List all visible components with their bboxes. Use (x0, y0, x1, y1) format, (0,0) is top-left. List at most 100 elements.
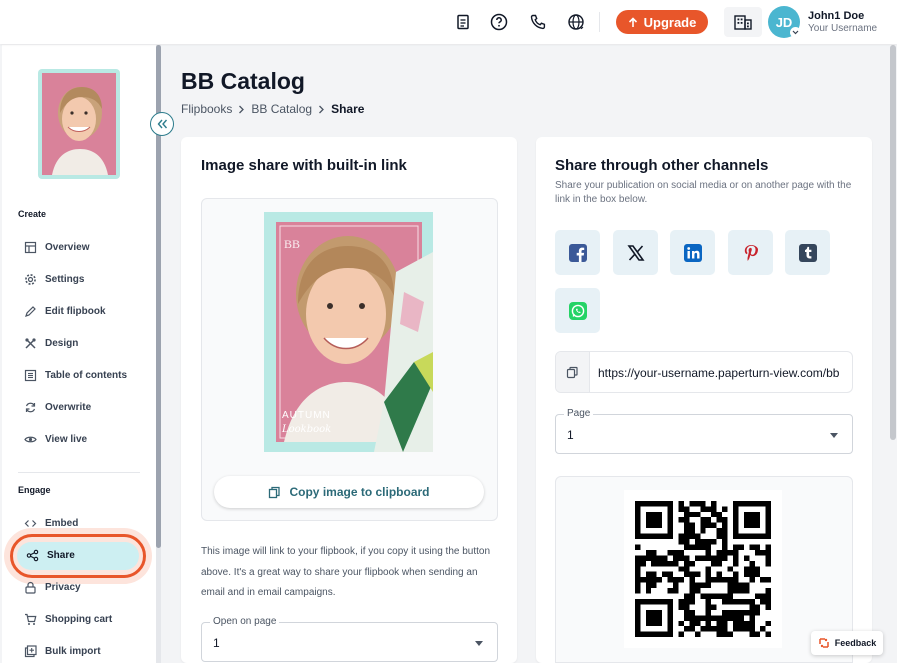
upgrade-button[interactable]: Upgrade (616, 10, 708, 34)
eye-icon (24, 436, 37, 442)
share-link-url[interactable]: https://your-username.paperturn-view.com… (598, 366, 839, 380)
sidebar-item-privacy[interactable]: Privacy (24, 577, 81, 597)
sidebar-item-edit-flipbook[interactable]: Edit flipbook (24, 301, 106, 321)
flipbook-thumbnail[interactable] (38, 69, 120, 179)
sidebar-item-label: Embed (45, 517, 79, 529)
sidebar-item-label: Overwrite (45, 401, 92, 413)
copy-icon (269, 486, 281, 498)
whatsapp-icon (568, 301, 587, 320)
user-name[interactable]: John1 Doe (808, 10, 864, 22)
share-whatsapp-button[interactable] (555, 288, 600, 333)
chevron-right-icon (239, 105, 245, 113)
image-share-description: This image will link to your flipbook, i… (201, 546, 491, 598)
sidebar-item-overwrite[interactable]: Overwrite (24, 397, 91, 417)
sidebar-item-label: Table of contents (45, 369, 128, 381)
share-pinterest-button[interactable] (728, 230, 773, 275)
cart-icon (25, 613, 37, 625)
avatar-initials: JD (775, 14, 793, 30)
sidebar-item-shopping-cart[interactable]: Shopping cart (24, 609, 112, 629)
share-cover-image: BB AUTUMN Lookbook (264, 212, 433, 452)
sidebar-item-bulk-import[interactable]: Bulk import (24, 641, 101, 661)
feedback-icon (818, 638, 829, 648)
other-channels-subtitle: Share your publication on social media o… (555, 180, 852, 205)
pinterest-icon (744, 244, 758, 261)
image-share-title: Image share with built-in link (201, 157, 407, 174)
sidebar-item-label: Privacy (45, 581, 81, 593)
sidebar-item-view-live[interactable]: View live (24, 429, 87, 449)
facebook-icon (568, 243, 587, 262)
page-title: BB Catalog (181, 68, 305, 94)
building-icon (734, 15, 752, 30)
sidebar-item-table-of-contents[interactable]: Table of contents (24, 365, 127, 385)
chevron-right-icon (319, 105, 324, 113)
sidebar-item-overview[interactable]: Overview (24, 237, 89, 257)
user-username: Your Username (808, 23, 878, 34)
sidebar-item-share[interactable]: Share (26, 545, 75, 565)
overview-icon (24, 241, 37, 253)
arrow-up-icon (628, 16, 637, 27)
breadcrumb-bb-catalog[interactable]: BB Catalog (251, 102, 312, 116)
sidebar-section-engage: Engage (18, 485, 51, 495)
open-on-page-select[interactable]: Open on page 1 (201, 616, 498, 662)
phone-icon[interactable] (527, 11, 549, 33)
design-icon (25, 337, 36, 349)
sidebar-item-design[interactable]: Design (24, 333, 78, 353)
sidebar-item-label: Bulk import (45, 645, 101, 657)
copy-icon (566, 366, 578, 378)
upgrade-label: Upgrade (643, 14, 697, 30)
globe-icon[interactable] (565, 11, 587, 33)
sidebar-item-settings[interactable]: Settings (24, 269, 84, 289)
copy-image-label: Copy image to clipboard (289, 485, 430, 499)
sidebar-item-label: Settings (45, 273, 85, 285)
share-linkedin-button[interactable] (670, 230, 715, 275)
sidebar-section-create: Create (18, 209, 47, 219)
share-icon (26, 549, 39, 561)
page-select-label: Page (564, 408, 594, 419)
pencil-icon (25, 305, 36, 317)
open-on-page-label: Open on page (210, 616, 280, 627)
collapse-sidebar-button[interactable] (150, 112, 174, 136)
sidebar-item-label: Share (47, 549, 75, 561)
caret-down-icon (830, 433, 838, 438)
other-channels-title: Share through other channels (555, 157, 769, 174)
caret-down-icon (475, 641, 483, 646)
copy-link-button[interactable] (556, 352, 590, 392)
breadcrumb-share: Share (331, 102, 365, 116)
share-x-button[interactable] (613, 230, 658, 275)
sidebar-item-label: Shopping cart (45, 613, 113, 625)
double-chevron-left-icon (157, 119, 167, 129)
help-icon[interactable] (488, 11, 510, 33)
cover-title-text: AUTUMN (282, 410, 331, 421)
share-facebook-button[interactable] (555, 230, 600, 275)
page-select-value: 1 (567, 428, 574, 442)
linkedin-icon (683, 243, 702, 262)
qr-code-image[interactable] (624, 490, 782, 648)
x-icon (626, 244, 645, 261)
share-link-field[interactable]: https://your-username.paperturn-view.com… (555, 351, 853, 393)
import-icon (24, 644, 37, 657)
gear-icon (25, 273, 36, 285)
tumblr-icon (798, 243, 817, 262)
feedback-button[interactable]: Feedback (811, 631, 883, 655)
cover-logo-text: BB (284, 237, 300, 251)
document-icon[interactable] (452, 11, 474, 33)
copy-image-button[interactable]: Copy image to clipboard (214, 476, 484, 508)
sidebar-item-label: Edit flipbook (45, 305, 106, 317)
page-select[interactable]: Page 1 (555, 408, 853, 454)
cover-subtitle-text: Lookbook (281, 424, 331, 435)
sidebar-item-label: View live (45, 433, 88, 445)
main-scrollbar-thumb[interactable] (890, 45, 896, 440)
organization-button[interactable] (724, 7, 762, 37)
chevron-down-icon[interactable] (790, 27, 801, 38)
cover-portrait-image (42, 73, 116, 175)
open-on-page-value: 1 (213, 636, 220, 650)
refresh-icon (25, 402, 36, 412)
list-icon (24, 369, 37, 381)
breadcrumb: Flipbooks BB Catalog Share (181, 102, 364, 116)
topbar-divider (599, 12, 600, 32)
share-tumblr-button[interactable] (785, 230, 830, 275)
sidebar-item-label: Design (45, 337, 79, 349)
lock-icon (25, 581, 36, 594)
breadcrumb-flipbooks[interactable]: Flipbooks (181, 102, 232, 116)
top-bar: Upgrade JD John1 Doe Your Username (0, 0, 897, 44)
